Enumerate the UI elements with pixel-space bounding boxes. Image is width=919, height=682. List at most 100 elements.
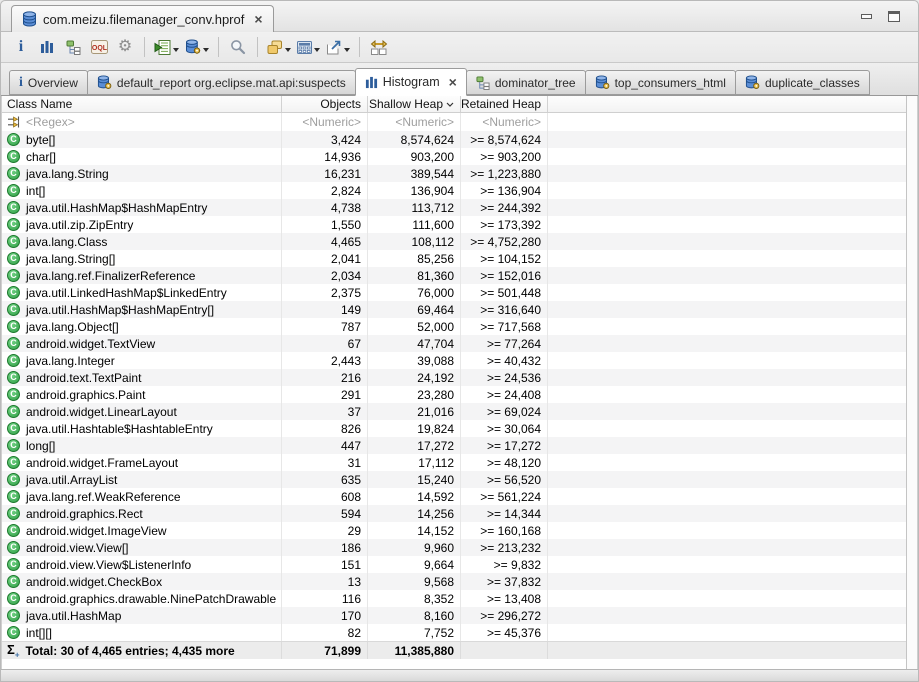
- tab-top-consumers-html[interactable]: top_consumers_html: [585, 70, 736, 95]
- heap-report-icon: [97, 75, 112, 90]
- class-name-cell: Cjava.lang.Class: [2, 233, 282, 250]
- histogram-button[interactable]: [35, 35, 59, 59]
- objects-cell: 2,034: [282, 267, 368, 284]
- table-row[interactable]: Cjava.lang.String16,231389,544>= 1,223,8…: [2, 165, 906, 182]
- table-row[interactable]: Candroid.text.TextPaint21624,192>= 24,53…: [2, 369, 906, 386]
- shallow-heap-cell: 21,016: [368, 403, 461, 420]
- maximize-icon[interactable]: [888, 11, 900, 22]
- total-row[interactable]: Σ+ Total: 30 of 4,465 entries; 4,435 mor…: [2, 641, 906, 659]
- search-button[interactable]: [226, 35, 250, 59]
- retained-heap-filter-input[interactable]: <Numeric>: [461, 113, 548, 131]
- tab-close-icon[interactable]: ×: [449, 75, 457, 89]
- compare-tables-icon: [370, 40, 388, 55]
- table-row[interactable]: Cjava.lang.Class4,465108,112>= 4,752,280: [2, 233, 906, 250]
- query-browser-button[interactable]: [152, 35, 181, 59]
- table-row[interactable]: Candroid.view.View[]1869,960>= 213,232: [2, 539, 906, 556]
- acquire-heap-dump-button[interactable]: [183, 35, 211, 59]
- class-name-cell: Cjava.util.HashMap$HashMapEntry: [2, 199, 282, 216]
- oql-button[interactable]: OQL: [87, 35, 111, 59]
- shallow-heap-filter-input[interactable]: <Numeric>: [368, 113, 461, 131]
- table-row[interactable]: Cjava.lang.Integer2,44339,088>= 40,432: [2, 352, 906, 369]
- retained-heap-cell: >= 40,432: [461, 352, 548, 369]
- table-row[interactable]: Cint[][]827,752>= 45,376: [2, 624, 906, 641]
- export-button[interactable]: [324, 35, 352, 59]
- tab-overview[interactable]: i Overview: [9, 70, 88, 95]
- shallow-heap-cell: 23,280: [368, 386, 461, 403]
- info-button[interactable]: i: [9, 35, 33, 59]
- class-name-cell: Cint[]: [2, 182, 282, 199]
- vertical-scrollbar[interactable]: [906, 96, 917, 669]
- regex-filter-input[interactable]: <Regex>: [2, 113, 282, 131]
- tab-duplicate-classes[interactable]: duplicate_classes: [735, 70, 870, 95]
- class-icon: C: [7, 252, 20, 265]
- settings-button[interactable]: ⚙: [113, 35, 137, 59]
- retained-heap-cell: >= 4,752,280: [461, 233, 548, 250]
- table-row[interactable]: Candroid.view.View$ListenerInfo1519,664>…: [2, 556, 906, 573]
- table-row[interactable]: Cjava.util.HashMap1708,160>= 296,272: [2, 607, 906, 624]
- table-row[interactable]: Candroid.widget.CheckBox139,568>= 37,832: [2, 573, 906, 590]
- tab-label: top_consumers_html: [615, 76, 726, 90]
- histogram-icon: [365, 76, 378, 89]
- dropdown-caret: [173, 48, 179, 52]
- objects-cell: 31: [282, 454, 368, 471]
- table-row[interactable]: Candroid.widget.FrameLayout3117,112>= 48…: [2, 454, 906, 471]
- editor-tab-hprof[interactable]: com.meizu.filemanager_conv.hprof ×: [11, 5, 274, 32]
- class-icon: C: [7, 184, 20, 197]
- column-header-retained-heap[interactable]: Retained Heap: [461, 96, 548, 112]
- table-row[interactable]: Candroid.graphics.drawable.NinePatchDraw…: [2, 590, 906, 607]
- toolbar-separator: [257, 37, 258, 57]
- calculator-icon: [297, 41, 312, 54]
- table-row[interactable]: Cint[]2,824136,904>= 136,904: [2, 182, 906, 199]
- table-row[interactable]: Candroid.widget.TextView6747,704>= 77,26…: [2, 335, 906, 352]
- table-row[interactable]: Candroid.widget.ImageView2914,152>= 160,…: [2, 522, 906, 539]
- table-row[interactable]: Candroid.graphics.Paint29123,280>= 24,40…: [2, 386, 906, 403]
- table-row[interactable]: Cjava.lang.ref.WeakReference60814,592>= …: [2, 488, 906, 505]
- group-by-button[interactable]: [265, 35, 293, 59]
- oql-icon: OQL: [91, 40, 108, 54]
- column-header-objects[interactable]: Objects: [282, 96, 368, 112]
- table-row[interactable]: Candroid.widget.LinearLayout3721,016>= 6…: [2, 403, 906, 420]
- heap-report-icon: [185, 39, 201, 55]
- table-row[interactable]: Cchar[]14,936903,200>= 903,200: [2, 148, 906, 165]
- column-header-shallow-heap[interactable]: Shallow Heap: [368, 96, 461, 112]
- table-row[interactable]: Cjava.util.ArrayList63515,240>= 56,520: [2, 471, 906, 488]
- class-name-cell: Cjava.lang.ref.FinalizerReference: [2, 267, 282, 284]
- objects-cell: 82: [282, 624, 368, 641]
- calculator-button[interactable]: [295, 35, 322, 59]
- table-row[interactable]: Candroid.graphics.Rect59414,256>= 14,344: [2, 505, 906, 522]
- class-icon: C: [7, 150, 20, 163]
- column-header-class-name[interactable]: Class Name: [2, 96, 282, 112]
- table-row[interactable]: Cjava.util.Hashtable$HashtableEntry82619…: [2, 420, 906, 437]
- minimize-icon[interactable]: [861, 14, 872, 19]
- tab-label: Overview: [28, 76, 78, 90]
- objects-cell: 2,041: [282, 250, 368, 267]
- objects-cell: 4,738: [282, 199, 368, 216]
- table-row[interactable]: Clong[]44717,272>= 17,272: [2, 437, 906, 454]
- objects-cell: 151: [282, 556, 368, 573]
- table-row[interactable]: Cjava.util.HashMap$HashMapEntry4,738113,…: [2, 199, 906, 216]
- table-row[interactable]: Cjava.util.zip.ZipEntry1,550111,600>= 17…: [2, 216, 906, 233]
- compare-tables-button[interactable]: [367, 35, 391, 59]
- shallow-heap-cell: 14,592: [368, 488, 461, 505]
- class-name-cell: Cjava.util.HashMap$HashMapEntry[]: [2, 301, 282, 318]
- tab-histogram[interactable]: Histogram ×: [355, 68, 467, 96]
- dominator-tree-button[interactable]: [61, 35, 85, 59]
- retained-heap-cell: >= 14,344: [461, 505, 548, 522]
- editor-tab-close-icon[interactable]: ×: [254, 12, 262, 26]
- table-row[interactable]: Cjava.util.LinkedHashMap$LinkedEntry2,37…: [2, 284, 906, 301]
- table-row[interactable]: Cjava.util.HashMap$HashMapEntry[]14969,4…: [2, 301, 906, 318]
- tab-dominator-tree[interactable]: dominator_tree: [466, 70, 586, 95]
- tab-default-report-suspects[interactable]: default_report org.eclipse.mat.api:suspe…: [87, 70, 356, 95]
- table-row[interactable]: Cjava.lang.ref.FinalizerReference2,03481…: [2, 267, 906, 284]
- objects-cell: 170: [282, 607, 368, 624]
- filter-icon: [7, 115, 21, 129]
- objects-cell: 594: [282, 505, 368, 522]
- class-name-cell: Candroid.text.TextPaint: [2, 369, 282, 386]
- mat-window: com.meizu.filemanager_conv.hprof × i: [0, 0, 919, 682]
- table-row[interactable]: Cbyte[]3,4248,574,624>= 8,574,624: [2, 131, 906, 148]
- objects-cell: 149: [282, 301, 368, 318]
- table-row[interactable]: Cjava.lang.Object[]78752,000>= 717,568: [2, 318, 906, 335]
- retained-heap-cell: >= 45,376: [461, 624, 548, 641]
- table-row[interactable]: Cjava.lang.String[]2,04185,256>= 104,152: [2, 250, 906, 267]
- objects-filter-input[interactable]: <Numeric>: [282, 113, 368, 131]
